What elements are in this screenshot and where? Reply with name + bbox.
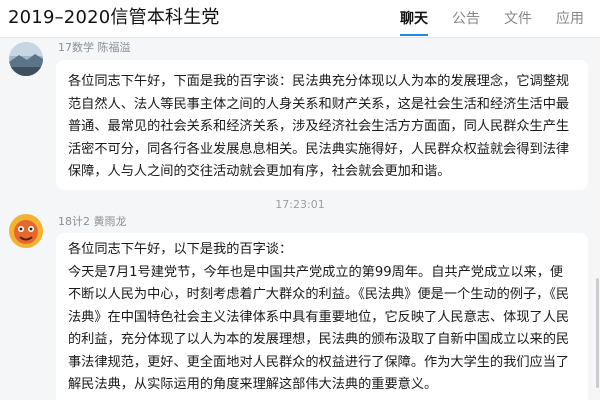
tab-announcements[interactable]: 公告 xyxy=(452,9,480,29)
tab-chat[interactable]: 聊天 xyxy=(400,9,428,36)
landscape-avatar-icon[interactable] xyxy=(9,42,43,76)
tab-apps[interactable]: 应用 xyxy=(556,9,584,29)
scrollbar-thumb[interactable] xyxy=(596,278,599,388)
message-timestamp: 17:23:01 xyxy=(275,198,325,211)
cartoon-face-avatar-icon[interactable] xyxy=(9,214,43,248)
message-bubble[interactable]: 各位同志下午好，以下是我的百字谈： 今天是7月1号建党节，今年也是中国共产党成立… xyxy=(56,233,588,400)
tab-files[interactable]: 文件 xyxy=(504,9,532,29)
chat-scrollbar[interactable] xyxy=(596,38,600,400)
message-bubble[interactable]: 各位同志下午好，下面是我的百字谈：民法典充分体现以人为本的发展理念，它调整规范自… xyxy=(56,60,588,190)
group-title: 2019–2020信管本科生党 xyxy=(8,7,220,28)
message-list[interactable]: 17数学 陈福溢 各位同志下午好，下面是我的百字谈：民法典充分体现以人为本的发展… xyxy=(0,38,600,400)
message-sender[interactable]: 18计2 黄雨龙 xyxy=(58,215,127,229)
message-sender[interactable]: 17数学 陈福溢 xyxy=(58,41,131,55)
chat-header: 2019–2020信管本科生党 聊天 公告 文件 应用 xyxy=(0,0,600,38)
